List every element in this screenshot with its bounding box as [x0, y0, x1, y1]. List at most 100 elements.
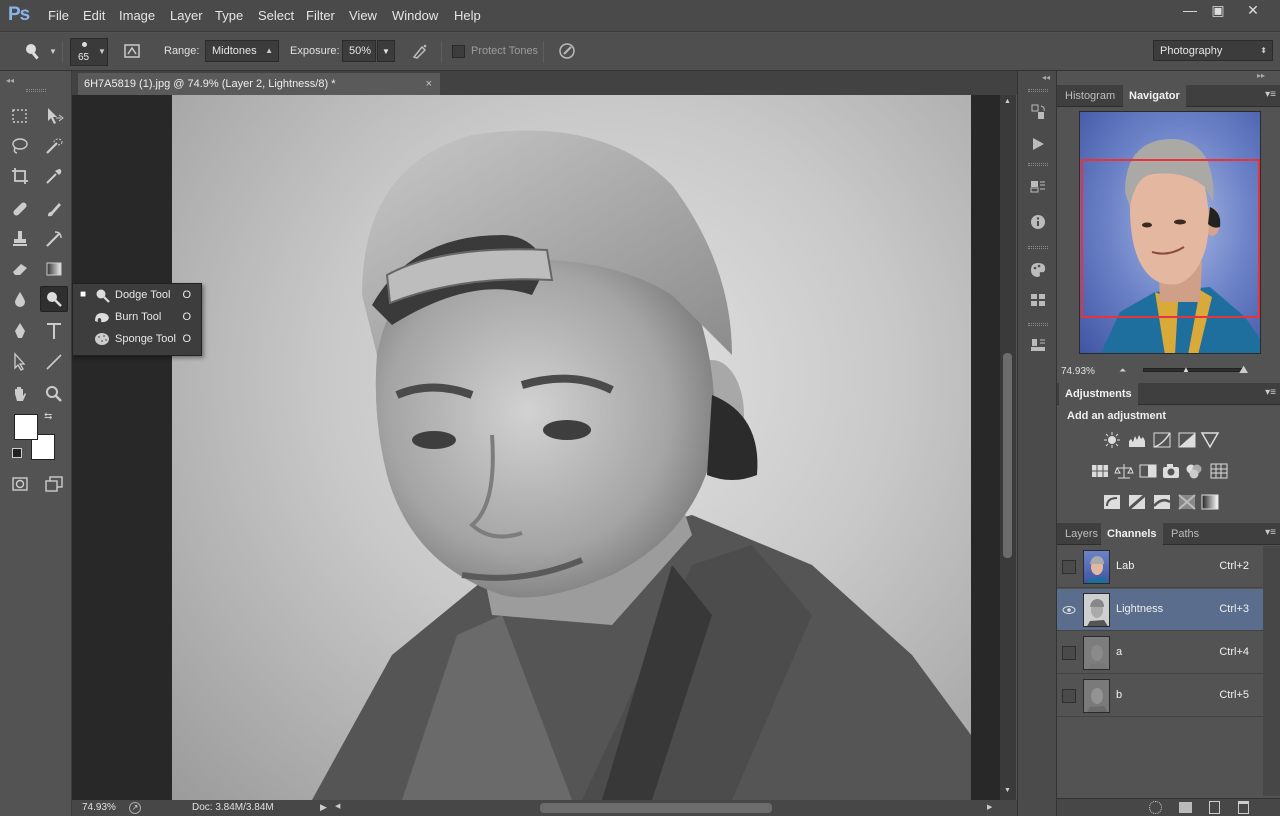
path-selection-tool[interactable]	[6, 349, 34, 375]
status-menu-icon[interactable]: ▶	[320, 802, 327, 813]
tab-adjustments[interactable]: Adjustments	[1059, 383, 1138, 405]
scroll-left-icon[interactable]: ◀	[335, 802, 340, 810]
healing-brush-tool[interactable]	[6, 196, 34, 222]
zoom-in-icon[interactable]: ⛰	[1239, 364, 1248, 377]
vertical-scroll-thumb[interactable]	[1003, 353, 1012, 558]
channels-scrollbar[interactable]	[1263, 546, 1280, 796]
adjustments-menu-icon[interactable]: ▾≡	[1265, 387, 1276, 398]
channels-menu-icon[interactable]: ▾≡	[1265, 527, 1276, 538]
protect-tones-checkbox[interactable]	[452, 45, 465, 58]
navigator-zoom-slider[interactable]: ▲	[1143, 365, 1243, 374]
menu-type[interactable]: Type	[215, 8, 243, 23]
quick-selection-tool[interactable]	[40, 133, 68, 159]
load-selection-icon[interactable]	[1149, 801, 1162, 814]
channel-row-lightness[interactable]: Lightness Ctrl+3	[1057, 589, 1263, 631]
actions-panel-button[interactable]	[1026, 133, 1050, 155]
collapse-panels-icon[interactable]: ▸▸	[1257, 71, 1265, 80]
gradient-tool[interactable]	[40, 256, 68, 282]
document-canvas[interactable]	[172, 95, 971, 800]
brush-tool[interactable]	[40, 196, 68, 222]
maximize-button[interactable]: ▣	[1203, 1, 1233, 21]
flyout-item-burn[interactable]: Burn Tool O	[73, 306, 201, 328]
quick-mask-button[interactable]	[6, 471, 34, 497]
history-panel-button[interactable]	[1026, 101, 1050, 123]
tab-histogram[interactable]: Histogram	[1059, 85, 1121, 107]
line-tool[interactable]	[40, 349, 68, 375]
zoom-slider-thumb[interactable]: ▲	[1182, 365, 1190, 374]
collapse-toolbox-icon[interactable]: ◂◂	[6, 76, 14, 85]
toolbox-grip[interactable]	[26, 89, 46, 92]
scroll-up-icon[interactable]: ▲	[1004, 98, 1011, 105]
channel-row-lab[interactable]: Lab Ctrl+2	[1057, 546, 1263, 588]
new-channel-icon[interactable]	[1209, 801, 1220, 814]
horizontal-scroll-thumb[interactable]	[540, 803, 772, 813]
info-panel-button[interactable]	[1026, 211, 1050, 233]
selective-color-icon[interactable]	[1177, 493, 1197, 511]
vibrance-icon[interactable]	[1200, 431, 1220, 449]
tab-paths[interactable]: Paths	[1165, 523, 1205, 545]
visibility-toggle[interactable]	[1062, 560, 1076, 574]
workspace-select[interactable]: Photography ⬍	[1153, 40, 1273, 61]
flyout-item-sponge[interactable]: Sponge Tool O	[73, 328, 201, 350]
dock-grip[interactable]	[1028, 89, 1048, 92]
vertical-scrollbar[interactable]: ▲ ▼	[1000, 95, 1016, 800]
minimize-button[interactable]: —	[1175, 1, 1205, 21]
brush-panel-button[interactable]	[118, 38, 146, 64]
visibility-toggle[interactable]	[1062, 646, 1076, 660]
history-brush-tool[interactable]	[40, 226, 68, 252]
zoom-out-icon[interactable]: ⏶	[1119, 365, 1126, 376]
document-tab[interactable]: 6H7A5819 (1).jpg @ 74.9% (Layer 2, Light…	[78, 73, 440, 95]
brush-size-picker[interactable]: 65 ▼	[70, 38, 108, 66]
hue-saturation-icon[interactable]	[1090, 462, 1110, 480]
airbrush-button[interactable]	[406, 38, 434, 64]
menu-view[interactable]: View	[349, 8, 377, 23]
menu-edit[interactable]: Edit	[83, 8, 105, 23]
exposure-icon[interactable]	[1177, 431, 1197, 449]
channel-row-b[interactable]: b Ctrl+5	[1057, 675, 1263, 717]
swatches-panel-button[interactable]	[1026, 289, 1050, 311]
blur-tool[interactable]	[6, 286, 34, 312]
dock-grip-3[interactable]	[1028, 246, 1048, 249]
threshold-icon[interactable]	[1152, 493, 1172, 511]
dock-grip-2[interactable]	[1028, 163, 1048, 166]
pressure-size-button[interactable]	[553, 38, 581, 64]
black-white-icon[interactable]	[1138, 462, 1158, 480]
tab-navigator[interactable]: Navigator	[1123, 85, 1186, 107]
close-document-icon[interactable]: ×	[426, 73, 432, 95]
collapse-dock-icon[interactable]: ◂◂	[1042, 73, 1050, 82]
channel-row-a[interactable]: a Ctrl+4	[1057, 632, 1263, 674]
save-selection-icon[interactable]	[1179, 802, 1192, 813]
tab-layers[interactable]: Layers	[1059, 523, 1104, 545]
layer-comps-button[interactable]	[1026, 175, 1050, 197]
navigator-preview[interactable]	[1079, 111, 1261, 354]
clone-stamp-tool[interactable]	[6, 226, 34, 252]
pen-tool[interactable]	[6, 318, 34, 344]
tab-channels[interactable]: Channels	[1101, 523, 1163, 545]
visibility-toggle[interactable]	[1062, 603, 1076, 617]
exposure-input[interactable]: 50%	[342, 40, 376, 62]
foreground-color-swatch-top[interactable]	[14, 414, 38, 440]
close-button[interactable]: ✕	[1238, 1, 1268, 21]
scroll-down-icon[interactable]: ▼	[1004, 787, 1011, 794]
menu-window[interactable]: Window	[392, 8, 438, 23]
curves-icon[interactable]	[1152, 431, 1172, 449]
default-colors-icon[interactable]	[12, 448, 22, 458]
color-lookup-icon[interactable]	[1209, 462, 1229, 480]
levels-icon[interactable]	[1127, 431, 1147, 449]
menu-help[interactable]: Help	[454, 8, 481, 23]
marquee-tool[interactable]	[6, 103, 34, 129]
menu-file[interactable]: File	[48, 8, 69, 23]
color-balance-icon[interactable]	[1114, 462, 1134, 480]
zoom-level[interactable]: 74.93%	[82, 802, 116, 813]
range-select[interactable]: Midtones ▲	[205, 40, 279, 62]
navigator-view-rect[interactable]	[1081, 159, 1260, 318]
clone-source-button[interactable]	[1026, 335, 1050, 357]
gradient-map-icon[interactable]	[1200, 493, 1220, 511]
eraser-tool[interactable]	[6, 256, 34, 282]
eyedropper-tool[interactable]	[40, 163, 68, 189]
scroll-right-icon[interactable]: ▶	[987, 803, 992, 811]
flyout-item-dodge[interactable]: ■ Dodge Tool O	[73, 284, 201, 306]
swap-colors-icon[interactable]: ⇆	[44, 411, 52, 422]
brightness-contrast-icon[interactable]	[1102, 431, 1122, 449]
color-panel-button[interactable]	[1026, 259, 1050, 281]
